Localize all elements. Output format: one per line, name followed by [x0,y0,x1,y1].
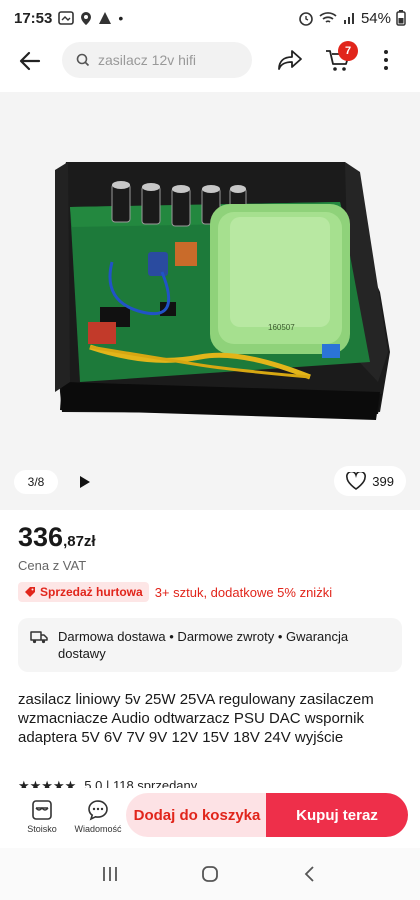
recent-apps-icon[interactable] [101,865,119,883]
transformer-label: 160507 [268,323,295,332]
add-to-cart-button[interactable]: Dodaj do koszyka [126,793,268,837]
nav-back-icon[interactable] [301,865,319,883]
price-integer: 336 [18,522,64,552]
messages-label: Wiadomość [74,823,122,834]
status-time: 17:53 [14,9,53,27]
promo-tag: Sprzedaż hurtowa [18,582,149,602]
more-notifications-dot: • [118,10,124,26]
gallery-notification-icon [58,11,75,25]
home-icon[interactable] [201,865,219,883]
product-image: 160507 [55,162,390,420]
back-button[interactable] [8,39,52,83]
search-input[interactable]: zasilacz 12v hifi [62,42,252,78]
share-icon [278,50,302,70]
cart-button[interactable]: 7 [318,40,358,80]
more-options-button[interactable] [366,40,406,80]
image-counter: 3/8 [14,470,58,494]
cart-count-badge: 7 [338,41,358,61]
promo-text: 3+ sztuk, dodatkowe 5% zniżki [154,584,333,600]
promo-tag-label: Sprzedaż hurtowa [40,585,143,599]
product-title: zasilacz liniowy 5v 25W 25VA regulowany … [18,691,374,746]
play-video-button[interactable] [70,468,100,496]
battery-icon [396,10,406,26]
truck-icon [30,631,48,644]
buy-now-button[interactable]: Kupuj teraz [266,793,408,837]
transformer: 160507 [210,204,350,354]
location-icon [81,11,92,25]
product-image-gallery[interactable]: 160507 3/8 399 [0,92,420,510]
alarm-icon [299,12,313,26]
store-icon [32,799,52,820]
bulk-promo[interactable]: Sprzedaż hurtowa 3+ sztuk, dodatkowe 5% … [18,582,332,602]
store-label: Stoisko [27,823,57,834]
more-vertical-icon [384,50,388,70]
battery-text: 54% [360,9,391,27]
system-nav-bar [0,848,420,900]
signal-icon [343,13,354,24]
wifi-icon [319,12,337,23]
shipping-info[interactable]: Darmowa dostawa • Darmowe zwroty • Gwara… [18,618,402,672]
price-decimal: ,87zł [63,533,96,550]
wishlist-button[interactable]: 399 [334,466,406,496]
bottom-action-bar: Stoisko Wiadomość Dodaj do koszyka Kupuj… [0,788,420,844]
price: 336 ,87zł [18,522,96,553]
vat-note: Cena z VAT [18,558,87,573]
shipping-text: Darmowa dostawa • Darmowe zwroty • Gwara… [58,629,349,661]
chat-icon [88,799,108,821]
search-icon [76,53,90,67]
top-header: zasilacz 12v hifi 7 [0,38,420,84]
heart-icon [346,472,367,490]
status-bar: 17:53 • 54% [0,0,420,36]
share-button[interactable] [270,40,310,80]
play-icon [80,476,90,488]
messages-button[interactable]: Wiadomość [70,790,126,842]
notification-icon [99,12,112,24]
tag-icon [25,587,35,597]
store-button[interactable]: Stoisko [14,790,70,842]
search-placeholder: zasilacz 12v hifi [98,52,197,68]
arrow-left-icon [19,51,41,71]
likes-count: 399 [372,473,394,489]
